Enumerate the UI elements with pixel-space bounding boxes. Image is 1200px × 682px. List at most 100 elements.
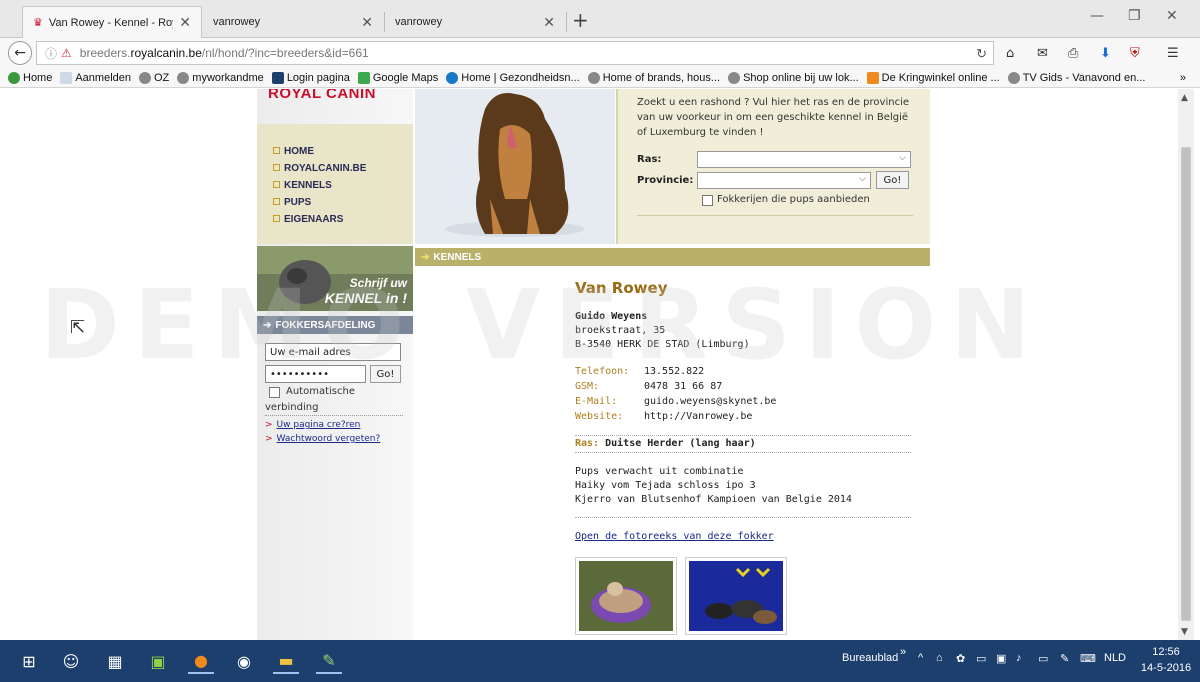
- bullet-icon: [273, 198, 280, 205]
- bookmark-gezondheidsn[interactable]: Home | Gezondheidsn...: [446, 71, 580, 84]
- german-shepherd-image: [445, 93, 585, 237]
- monitor-icon[interactable]: ▭: [976, 652, 986, 665]
- volume-icon[interactable]: ♪: [1016, 652, 1022, 664]
- new-tab-icon[interactable]: +: [572, 8, 589, 32]
- bookmark-login-pagina[interactable]: Login pagina: [271, 71, 350, 84]
- navigation-bar: ← ⓘ ⚠ breeders. royalcanin.be/nl/hond/?in…: [0, 38, 1200, 68]
- scroll-up-icon[interactable]: ▲: [1181, 93, 1188, 103]
- tab-van-rowey[interactable]: ♛ Van Rowey - Kennel - Roy... ✕: [22, 6, 202, 38]
- teamviewer-icon[interactable]: ▣: [145, 648, 171, 674]
- keyboard-icon[interactable]: ⌨: [1080, 652, 1096, 665]
- menu-icon[interactable]: ☰: [1167, 46, 1179, 61]
- bookmark-home-of-brands[interactable]: Home of brands, hous...: [587, 71, 720, 84]
- system-clock[interactable]: 12:56 14-5-2016: [1136, 644, 1196, 676]
- close-window-icon[interactable]: ✕: [1166, 8, 1178, 24]
- info-icon[interactable]: ⓘ: [45, 45, 57, 62]
- app-tray-icon[interactable]: ✿: [956, 652, 965, 665]
- restore-icon[interactable]: ❐: [1128, 8, 1141, 24]
- auto-login-label-2: verbinding: [265, 402, 319, 413]
- bookmark-kringwinkel[interactable]: De Kringwinkel online ...: [866, 71, 1000, 84]
- bookmark-icon: [8, 71, 20, 84]
- login-go-button[interactable]: Go!: [370, 365, 401, 383]
- language-indicator[interactable]: NLD: [1104, 652, 1126, 664]
- email-input[interactable]: Uw e-mail adres: [265, 343, 401, 361]
- globe-icon: [1007, 71, 1020, 84]
- bookmark-oz[interactable]: OZ: [139, 71, 169, 84]
- screen-icon[interactable]: ▣: [996, 652, 1006, 665]
- desktop-label[interactable]: Bureaublad: [842, 652, 898, 664]
- email-label: E-Mail:: [575, 396, 618, 407]
- url-domain: royalcanin.be: [130, 46, 202, 60]
- divider: [575, 452, 911, 453]
- close-tab-icon[interactable]: ✕: [361, 14, 373, 31]
- kennels-section-bar: ➔ KENNELS: [415, 248, 930, 266]
- windows-taskbar: ⊞ ☺ ▦ ▣ ● ◉ ▬ ✎ Bureaublad » ^ ⌂ ✿ ▭ ▣ ♪…: [0, 640, 1200, 682]
- password-input[interactable]: ••••••••••: [265, 365, 366, 383]
- home-icon[interactable]: ⌂: [1006, 46, 1014, 61]
- network-icon[interactable]: ⌂: [936, 652, 943, 664]
- auto-login-checkbox[interactable]: [269, 387, 280, 398]
- tab-vanrowey-1[interactable]: vanrowey ✕: [203, 6, 383, 38]
- menu-item-home[interactable]: HOME: [273, 146, 314, 157]
- bookmarks-bar: Home Aanmelden OZ myworkandme Login pagi…: [0, 68, 1200, 88]
- ras-line: Ras: Duitse Herder (lang haar): [575, 438, 756, 449]
- close-tab-icon[interactable]: ✕: [179, 14, 191, 31]
- extension-icon[interactable]: ⛨: [1130, 46, 1140, 61]
- create-page-link[interactable]: > Uw pagina cre?ren: [265, 420, 360, 430]
- provincie-select[interactable]: ⌵: [697, 172, 871, 189]
- search-go-button[interactable]: Go!: [876, 171, 909, 189]
- download-icon[interactable]: ⬇: [1100, 46, 1111, 61]
- calculator-icon[interactable]: ▦: [102, 648, 128, 674]
- tab-vanrowey-2[interactable]: vanrowey ✕: [385, 6, 565, 38]
- divider: [637, 215, 913, 216]
- bookmark-google-maps[interactable]: Google Maps: [357, 71, 438, 84]
- bookmark-shop-online[interactable]: Shop online bij uw lok...: [728, 71, 859, 84]
- website-value[interactable]: http://Vanrowey.be: [644, 411, 752, 422]
- start-icon[interactable]: ⊞: [16, 648, 42, 674]
- battery-icon[interactable]: ▭: [1038, 652, 1048, 665]
- tray-chevron-icon[interactable]: ^: [918, 652, 923, 664]
- menu-item-kennels[interactable]: KENNELS: [273, 180, 332, 191]
- bookmark-myworkandme[interactable]: myworkandme: [177, 71, 264, 84]
- minimize-icon[interactable]: —: [1090, 8, 1104, 24]
- firefox-icon[interactable]: ●: [188, 648, 214, 674]
- bookmark-home[interactable]: Home: [8, 71, 52, 84]
- menu-item-pups[interactable]: PUPS: [273, 197, 311, 208]
- bookmarks-overflow-icon[interactable]: »: [1180, 72, 1186, 84]
- url-bar[interactable]: ⓘ ⚠ breeders. royalcanin.be/nl/hond/?inc=…: [36, 41, 994, 65]
- photo-thumbnail-2[interactable]: [685, 557, 787, 635]
- notepad-icon[interactable]: ✎: [316, 648, 342, 674]
- kennel-search-box: Zoekt u een rashond ? Vul hier het ras e…: [616, 89, 930, 244]
- ras-select[interactable]: ⌵: [697, 151, 911, 168]
- pups-checkbox[interactable]: [702, 195, 713, 206]
- royal-canin-logo[interactable]: ROYAL CANIN: [268, 89, 376, 102]
- back-icon[interactable]: ←: [8, 41, 32, 65]
- ras-label: Ras:: [637, 154, 662, 165]
- photo-thumbnail-1[interactable]: [575, 557, 677, 635]
- mail-icon[interactable]: ✉: [1037, 46, 1048, 61]
- forgot-password-link[interactable]: > Wachtwoord vergeten?: [265, 434, 380, 444]
- print-icon[interactable]: ⎙: [1068, 46, 1078, 61]
- photo-series-link[interactable]: Open de fotoreeks van deze fokker: [575, 531, 774, 542]
- file-explorer-icon[interactable]: ▬: [273, 648, 299, 674]
- divider: [575, 435, 911, 436]
- insecure-lock-icon: ⚠: [61, 46, 72, 60]
- close-tab-icon[interactable]: ✕: [543, 14, 555, 31]
- menu-item-royalcanin[interactable]: ROYALCANIN.BE: [273, 163, 366, 174]
- reload-icon[interactable]: ↻: [976, 46, 987, 62]
- bookmark-aanmelden[interactable]: Aanmelden: [60, 71, 131, 84]
- tray-overflow-icon[interactable]: »: [900, 646, 906, 658]
- globe-app-icon[interactable]: ◉: [231, 648, 257, 674]
- bookmark-tv-gids[interactable]: TV Gids - Vanavond en...: [1007, 71, 1145, 84]
- clock-date: 14-5-2016: [1140, 662, 1192, 674]
- page-scrollbar[interactable]: ▲ ▼: [1178, 89, 1194, 640]
- email-value[interactable]: guido.weyens@skynet.be: [644, 396, 776, 407]
- pen-icon[interactable]: ✎: [1060, 652, 1069, 665]
- scrollbar-thumb[interactable]: [1181, 147, 1191, 621]
- menu-item-eigenaars[interactable]: EIGENAARS: [273, 214, 343, 225]
- people-icon[interactable]: ☺: [58, 648, 84, 674]
- puppies-photo: [689, 561, 783, 631]
- mouse-cursor-icon: ⇱: [70, 317, 86, 338]
- scroll-down-icon[interactable]: ▼: [1181, 627, 1188, 637]
- schrijf-kennel-banner[interactable]: Schrijf uw KENNEL in !: [257, 246, 413, 311]
